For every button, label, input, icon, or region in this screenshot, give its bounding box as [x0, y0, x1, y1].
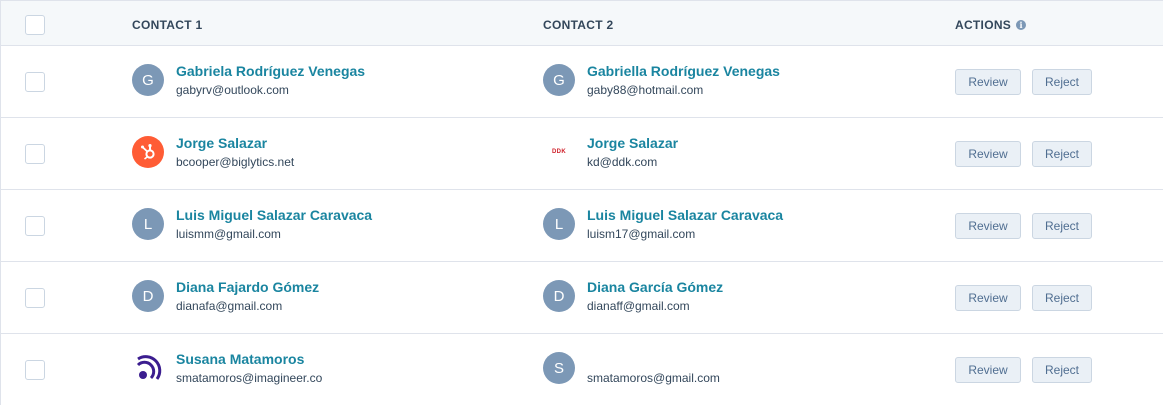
- review-button[interactable]: Review: [955, 69, 1021, 95]
- contact-email: bcooper@biglytics.net: [176, 155, 295, 169]
- contact2-cell: S smatamoros@gmail.com: [543, 350, 720, 386]
- contact-name-link[interactable]: Gabriela Rodríguez Venegas: [176, 62, 365, 80]
- contact2-cell: G Gabriella Rodríguez Venegas gaby88@hot…: [543, 62, 780, 98]
- table-row: G Gabriela Rodríguez Venegas gabyrv@outl…: [1, 46, 1163, 118]
- table-row: Jorge Salazar bcooper@biglytics.net DDK …: [1, 118, 1163, 190]
- row-checkbox[interactable]: [25, 288, 45, 308]
- contact-email: dianafa@gmail.com: [176, 299, 283, 313]
- review-button[interactable]: Review: [955, 213, 1021, 239]
- info-icon[interactable]: i: [1016, 20, 1027, 30]
- duplicates-table: CONTACT 1 CONTACT 2 ACTIONS i G Gabriela…: [0, 0, 1163, 405]
- hubspot-logo-icon: [132, 136, 164, 168]
- avatar: G: [132, 64, 164, 96]
- contact-email: gabyrv@outlook.com: [176, 83, 289, 97]
- table-row: Susana Matamoros smatamoros@imagineer.co…: [1, 334, 1163, 405]
- reject-button[interactable]: Reject: [1032, 213, 1092, 239]
- contact2-column-header[interactable]: CONTACT 2: [543, 18, 613, 32]
- actions-label: ACTIONS: [955, 18, 1012, 32]
- contact-email: dianaff@gmail.com: [587, 299, 690, 313]
- contact1-cell: G Gabriela Rodríguez Venegas gabyrv@outl…: [132, 62, 365, 98]
- imagineer-logo-icon: [132, 352, 164, 384]
- contact-name-link[interactable]: Luis Miguel Salazar Caravaca: [587, 206, 783, 224]
- row-checkbox[interactable]: [25, 360, 45, 380]
- contact-email: gaby88@hotmail.com: [587, 83, 704, 97]
- table-row: L Luis Miguel Salazar Caravaca luismm@gm…: [1, 190, 1163, 262]
- contact-name-link[interactable]: Jorge Salazar: [176, 134, 294, 152]
- contact-name-link[interactable]: Diana García Gómez: [587, 278, 723, 296]
- avatar: G: [543, 64, 575, 96]
- contact2-cell: D Diana García Gómez dianaff@gmail.com: [543, 278, 723, 314]
- contact-email: kd@ddk.com: [587, 155, 658, 169]
- row-checkbox[interactable]: [25, 72, 45, 92]
- review-button[interactable]: Review: [955, 357, 1021, 383]
- reject-button[interactable]: Reject: [1032, 285, 1092, 311]
- reject-button[interactable]: Reject: [1032, 357, 1092, 383]
- avatar: S: [543, 352, 575, 384]
- contact-email: luismm@gmail.com: [176, 227, 281, 241]
- contact-email: smatamoros@gmail.com: [587, 371, 720, 385]
- contact-name-link[interactable]: [587, 350, 720, 368]
- select-all-checkbox[interactable]: [25, 15, 45, 35]
- avatar: D: [543, 280, 575, 312]
- contact-name-link[interactable]: Susana Matamoros: [176, 350, 322, 368]
- avatar: L: [543, 208, 575, 240]
- avatar: D: [132, 280, 164, 312]
- contact2-cell: L Luis Miguel Salazar Caravaca luism17@g…: [543, 206, 783, 242]
- review-button[interactable]: Review: [955, 285, 1021, 311]
- avatar: L: [132, 208, 164, 240]
- contact-name-link[interactable]: Luis Miguel Salazar Caravaca: [176, 206, 372, 224]
- contact1-column-header[interactable]: CONTACT 1: [132, 18, 202, 32]
- reject-button[interactable]: Reject: [1032, 141, 1092, 167]
- contact-name-link[interactable]: Gabriella Rodríguez Venegas: [587, 62, 780, 80]
- ddk-logo-icon: DDK: [543, 136, 575, 168]
- contact-name-link[interactable]: Diana Fajardo Gómez: [176, 278, 319, 296]
- actions-column-header: ACTIONS i: [955, 18, 1027, 32]
- table-header: CONTACT 1 CONTACT 2 ACTIONS i: [1, 1, 1163, 46]
- ddk-logo-text: DDK: [552, 149, 566, 155]
- contact2-cell: DDK Jorge Salazar kd@ddk.com: [543, 134, 678, 170]
- contact1-cell: D Diana Fajardo Gómez dianafa@gmail.com: [132, 278, 319, 314]
- reject-button[interactable]: Reject: [1032, 69, 1092, 95]
- table-row: D Diana Fajardo Gómez dianafa@gmail.com …: [1, 262, 1163, 334]
- contact1-cell: Susana Matamoros smatamoros@imagineer.co: [132, 350, 322, 386]
- row-checkbox[interactable]: [25, 144, 45, 164]
- contact1-cell: L Luis Miguel Salazar Caravaca luismm@gm…: [132, 206, 372, 242]
- review-button[interactable]: Review: [955, 141, 1021, 167]
- contact-email: smatamoros@imagineer.co: [176, 371, 323, 385]
- contact-name-link[interactable]: Jorge Salazar: [587, 134, 678, 152]
- contact1-cell: Jorge Salazar bcooper@biglytics.net: [132, 134, 294, 170]
- contact-email: luism17@gmail.com: [587, 227, 696, 241]
- row-checkbox[interactable]: [25, 216, 45, 236]
